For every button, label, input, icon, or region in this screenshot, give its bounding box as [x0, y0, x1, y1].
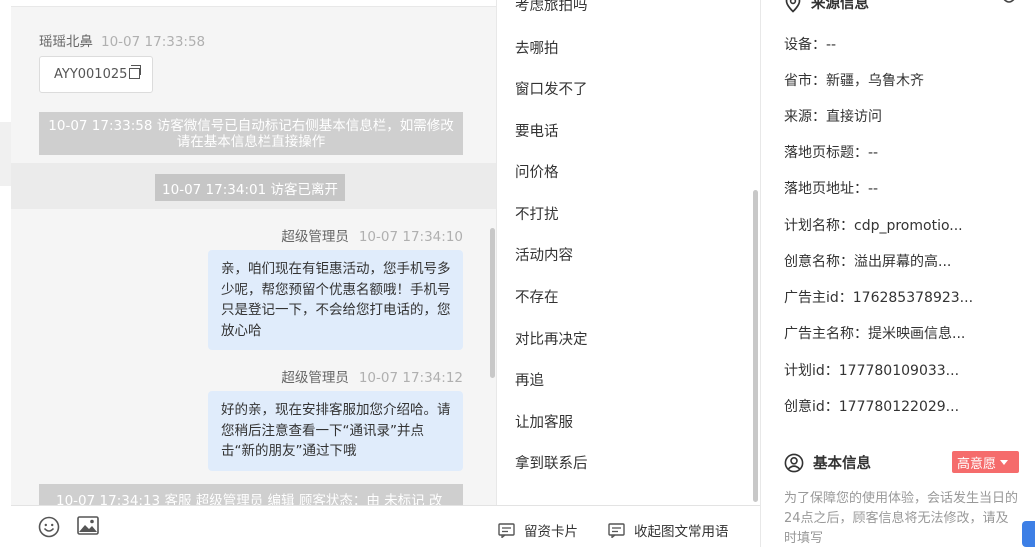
- campaign-name: 计划名称：cdp_promotio...: [784, 218, 963, 234]
- visitor-name: 瑶瑶北鼻: [39, 34, 93, 50]
- quick-reply-item[interactable]: 考虑旅拍吗: [515, 0, 588, 15]
- user-circle-icon: [784, 453, 804, 472]
- agent-message-bubble: 亲，咱们现在有钜惠活动，您手机号多少呢，帮您预留个优惠名额哦！手机号只是登记一下…: [208, 250, 463, 350]
- quick-reply-panel: 考虑旅拍吗 去哪拍 窗口发不了 要电话 问价格 不打扰 活动内容 不存在 对比再…: [496, 0, 760, 505]
- image-icon[interactable]: [77, 516, 99, 540]
- visitor-left-notice: 10-07 17:34:01 访客已离开: [155, 174, 345, 201]
- copy-icon[interactable]: [129, 65, 142, 79]
- message-icon: [608, 522, 625, 538]
- intent-level-dropdown[interactable]: 高意愿: [952, 451, 1019, 473]
- location-pin-icon: [785, 0, 801, 13]
- message-time: 10-07 17:34:12: [358, 370, 463, 386]
- creative-id: 创意id：177780122029...: [784, 399, 960, 415]
- landing-url: 落地页地址：--: [784, 181, 879, 197]
- card-code: AYY001025: [54, 67, 128, 82]
- agent-sender: 超级管理员 10-07 17:34:12: [281, 366, 463, 386]
- status-change-notice: 10-07 17:34:13 客服 超级管理员 编辑 顾客状态：由 未标记 改: [39, 484, 463, 505]
- advertiser-name: 广告主名称：提米映画信息...: [784, 326, 966, 342]
- side-float-button[interactable]: [1022, 521, 1035, 547]
- settings-icon[interactable]: [999, 0, 1019, 13]
- agent-name: 超级管理员: [281, 229, 349, 245]
- chat-area[interactable]: 瑶瑶北鼻 10-07 17:33:58 AYY001025 10-07 17:33…: [11, 0, 496, 505]
- caret-down-icon: [1000, 459, 1009, 465]
- quick-reply-item[interactable]: 活动内容: [515, 244, 573, 265]
- basic-info-title: 基本信息: [784, 452, 871, 473]
- quick-reply-item[interactable]: 不打扰: [515, 203, 559, 224]
- quick-reply-item[interactable]: 再追: [515, 369, 544, 390]
- campaign-id: 计划id：177780109033...: [784, 363, 960, 379]
- source-device: 设备：--: [784, 37, 837, 53]
- message-time: 10-07 17:34:10: [358, 229, 463, 245]
- lead-card-button[interactable]: 留资卡片: [498, 520, 578, 540]
- card-icon: [498, 522, 515, 538]
- source-channel: 来源：直接访问: [784, 109, 882, 125]
- agent-message-bubble: 好的亲，现在安排客服加您介绍哈。请您稍后注意查看一下“通讯录”并点击“新的朋友”…: [208, 391, 463, 471]
- edit-deadline-note: 为了保障您的使用体验，会话发生当日的24点之后，顾客信息将无法修改，请及时填写: [784, 491, 1019, 546]
- quick-reply-item[interactable]: 去哪拍: [515, 37, 559, 58]
- input-toolbar: 留资卡片 收起图文常用语: [11, 505, 760, 547]
- lead-card-label: 留资卡片: [524, 524, 578, 540]
- visitor-time: 10-07 17:33:58: [101, 34, 206, 50]
- quick-reply-scrollbar[interactable]: [753, 190, 758, 502]
- agent-sender: 超级管理员 10-07 17:34:10: [281, 225, 463, 245]
- creative-name: 创意名称：溢出屏幕的高...: [784, 254, 952, 270]
- collapse-phrases-label: 收起图文常用语: [634, 524, 729, 540]
- visitor-sender: 瑶瑶北鼻 10-07 17:33:58: [39, 30, 205, 50]
- quick-reply-item[interactable]: 窗口发不了: [515, 78, 588, 99]
- left-edge: [0, 0, 11, 547]
- agent-name: 超级管理员: [281, 370, 349, 386]
- intent-level-label: 高意愿: [957, 456, 997, 472]
- collapse-phrases-button[interactable]: 收起图文常用语: [608, 520, 729, 540]
- source-region: 省市：新疆，乌鲁木齐: [784, 73, 924, 89]
- quick-reply-item[interactable]: 让加客服: [515, 411, 573, 432]
- quick-reply-item[interactable]: 不存在: [515, 286, 559, 307]
- source-info-title: 来源信息: [784, 0, 869, 13]
- smile-icon[interactable]: [38, 516, 60, 542]
- quick-reply-item[interactable]: 要电话: [515, 120, 559, 141]
- card-code-button[interactable]: AYY001025: [39, 56, 153, 93]
- info-panel: 来源信息 设备：-- 省市：新疆，乌鲁木齐 来源：直接访问 落地页标题：-- 落…: [760, 0, 1035, 547]
- advertiser-id: 广告主id：176285378923...: [784, 290, 974, 306]
- quick-reply-item[interactable]: 拿到联系后: [515, 452, 588, 473]
- system-notice: 10-07 17:33:58 访客微信号已自动标记右侧基本信息栏，如需修改请在基…: [39, 112, 463, 155]
- quick-reply-item[interactable]: 问价格: [515, 161, 559, 182]
- quick-reply-item[interactable]: 对比再决定: [515, 328, 588, 349]
- chat-scrollbar[interactable]: [490, 228, 495, 378]
- landing-title: 落地页标题：--: [784, 145, 879, 161]
